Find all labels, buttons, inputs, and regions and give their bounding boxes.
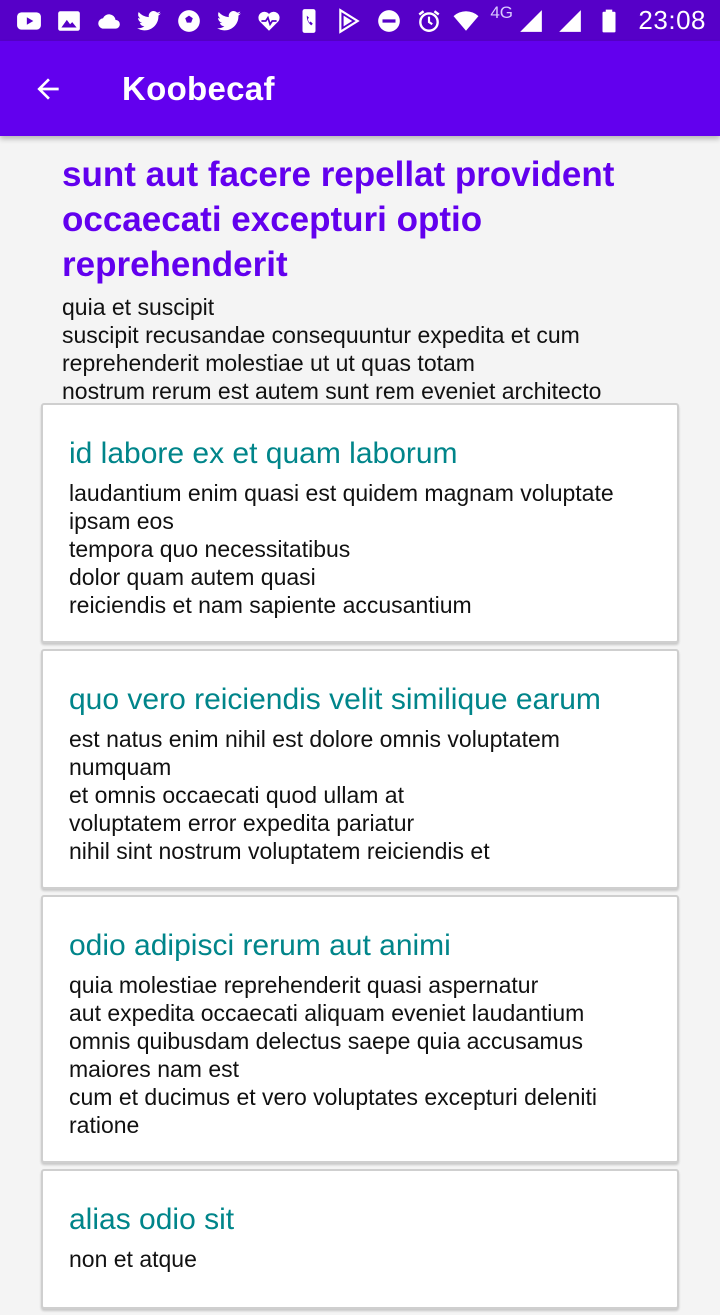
gallery-icon: [54, 6, 84, 36]
status-bar: 4G 23:08: [0, 0, 720, 41]
alarm-icon: [414, 6, 444, 36]
comment-card: alias odio sit non et atque: [41, 1169, 679, 1309]
back-button[interactable]: [20, 61, 76, 117]
comment-card: odio adipisci rerum aut animi quia moles…: [41, 895, 679, 1163]
do-not-disturb-icon: [374, 6, 404, 36]
cloud-icon: [94, 6, 124, 36]
comment-body: quia molestiae reprehenderit quasi asper…: [69, 972, 597, 1138]
comment-title: odio adipisci rerum aut animi: [69, 929, 451, 962]
post-title: sunt aut facere repellat provident occae…: [62, 155, 615, 284]
twitter-icon: [134, 6, 164, 36]
comment-card: id labore ex et quam laborum laudantium …: [41, 403, 679, 643]
app-bar: Koobecaf: [0, 41, 720, 136]
play-store-icon: [334, 6, 364, 36]
app-title: Koobecaf: [122, 70, 275, 107]
comment-title: id labore ex et quam laborum: [69, 437, 458, 470]
comment-body: est natus enim nihil est dolore omnis vo…: [69, 726, 560, 864]
comment-body: non et atque: [69, 1246, 197, 1272]
battery-icon: [594, 6, 624, 36]
youtube-icon: [14, 6, 44, 36]
wifi-icon: [451, 6, 481, 36]
arrow-left-icon: [37, 78, 59, 100]
notification-icons: [14, 0, 444, 41]
twitter-icon: [214, 6, 244, 36]
phone-icon: [294, 6, 324, 36]
post-header: sunt aut facere repellat provident occae…: [62, 152, 682, 405]
signal-icon: [516, 6, 546, 36]
heart-pulse-icon: [254, 6, 284, 36]
post-body: quia et suscipit suscipit recusandae con…: [62, 294, 602, 404]
comment-title: quo vero reiciendis velit similique earu…: [69, 683, 601, 716]
comment-title: alias odio sit: [69, 1203, 235, 1236]
signal-icon: [555, 6, 585, 36]
status-time: 23:08: [638, 5, 706, 35]
comment-body: laudantium enim quasi est quidem magnam …: [69, 480, 614, 618]
soccer-ball-icon: [174, 6, 204, 36]
comment-card: quo vero reiciendis velit similique earu…: [41, 649, 679, 889]
system-icons: 4G: [451, 0, 624, 41]
network-type-label: 4G: [490, 2, 513, 22]
comment-list: id labore ex et quam laborum laudantium …: [41, 403, 679, 1315]
